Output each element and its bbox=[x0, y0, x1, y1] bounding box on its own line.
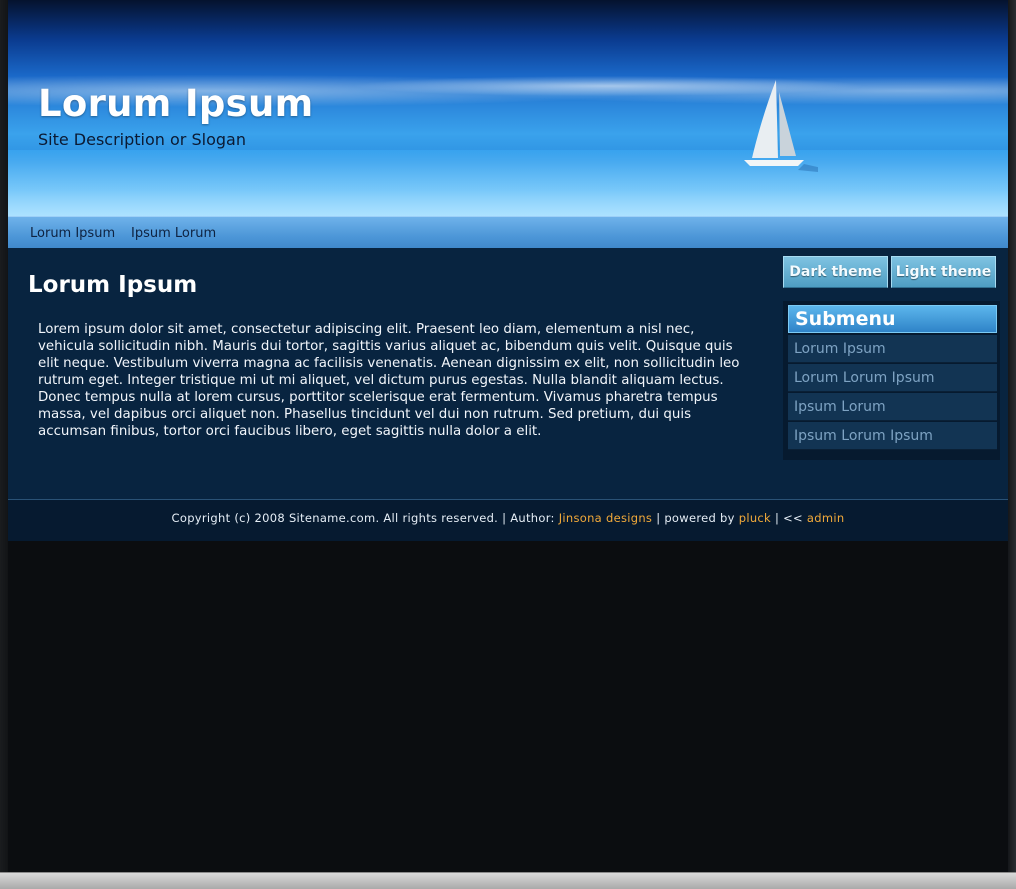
site-title: Lorum Ipsum bbox=[38, 82, 314, 125]
header-sea bbox=[8, 150, 1008, 216]
sailboat-icon bbox=[744, 80, 818, 172]
page-title: Lorum Ipsum bbox=[28, 272, 198, 298]
window-left-edge bbox=[0, 0, 8, 873]
footer-text: Copyright (c) 2008 Sitename.com. All rig… bbox=[8, 511, 1008, 525]
footer-separator: | << bbox=[771, 511, 807, 525]
pluck-link[interactable]: pluck bbox=[739, 511, 771, 525]
submenu-item-label: Ipsum Lorum bbox=[794, 399, 886, 415]
footer-separator: | bbox=[652, 511, 665, 525]
nav-item-ipsum-lorum[interactable]: Ipsum Lorum bbox=[131, 226, 216, 241]
submenu-item-ipsum-lorum[interactable]: Ipsum Lorum bbox=[788, 393, 997, 421]
author-link[interactable]: Jinsona designs bbox=[559, 511, 653, 525]
admin-link[interactable]: admin bbox=[807, 511, 845, 525]
content-paragraph: Lorem ipsum dolor sit amet, consectetur … bbox=[38, 322, 740, 439]
submenu: Submenu Lorum Ipsum Lorum Lorum Ipsum Ip… bbox=[783, 301, 1000, 460]
footer-powered-prefix: powered by bbox=[664, 511, 739, 525]
footer-copyright: Copyright (c) 2008 Sitename.com. All rig… bbox=[171, 511, 499, 525]
submenu-item-label: Lorum Ipsum bbox=[794, 341, 886, 357]
footer: Copyright (c) 2008 Sitename.com. All rig… bbox=[8, 499, 1008, 541]
header-banner: Lorum Ipsum Site Description or Slogan bbox=[8, 0, 1008, 216]
submenu-item-lorum-lorum-ipsum[interactable]: Lorum Lorum Ipsum bbox=[788, 364, 997, 392]
nav-item-lorum-ipsum[interactable]: Lorum Ipsum bbox=[30, 226, 115, 241]
main-content-area: Lorum Ipsum Lorem ipsum dolor sit amet, … bbox=[8, 248, 1008, 499]
main-nav: Lorum Ipsum Ipsum Lorum bbox=[8, 216, 1008, 249]
submenu-item-label: Lorum Lorum Ipsum bbox=[794, 370, 935, 386]
dark-theme-button[interactable]: Dark theme bbox=[783, 256, 888, 288]
window-right-edge bbox=[1008, 0, 1016, 873]
submenu-heading-label: Submenu bbox=[795, 308, 896, 330]
light-theme-button[interactable]: Light theme bbox=[891, 256, 996, 288]
site-container: Lorum Ipsum Site Description or Slogan L… bbox=[8, 0, 1008, 541]
submenu-heading: Submenu bbox=[788, 305, 997, 333]
submenu-item-lorum-ipsum[interactable]: Lorum Ipsum bbox=[788, 335, 997, 363]
submenu-item-label: Ipsum Lorum Ipsum bbox=[794, 428, 933, 444]
window-bottom-scrollbar[interactable] bbox=[0, 872, 1016, 889]
footer-author-prefix: Author: bbox=[510, 511, 559, 525]
footer-separator: | bbox=[498, 511, 511, 525]
site-slogan: Site Description or Slogan bbox=[38, 130, 246, 149]
submenu-item-ipsum-lorum-ipsum[interactable]: Ipsum Lorum Ipsum bbox=[788, 422, 997, 450]
